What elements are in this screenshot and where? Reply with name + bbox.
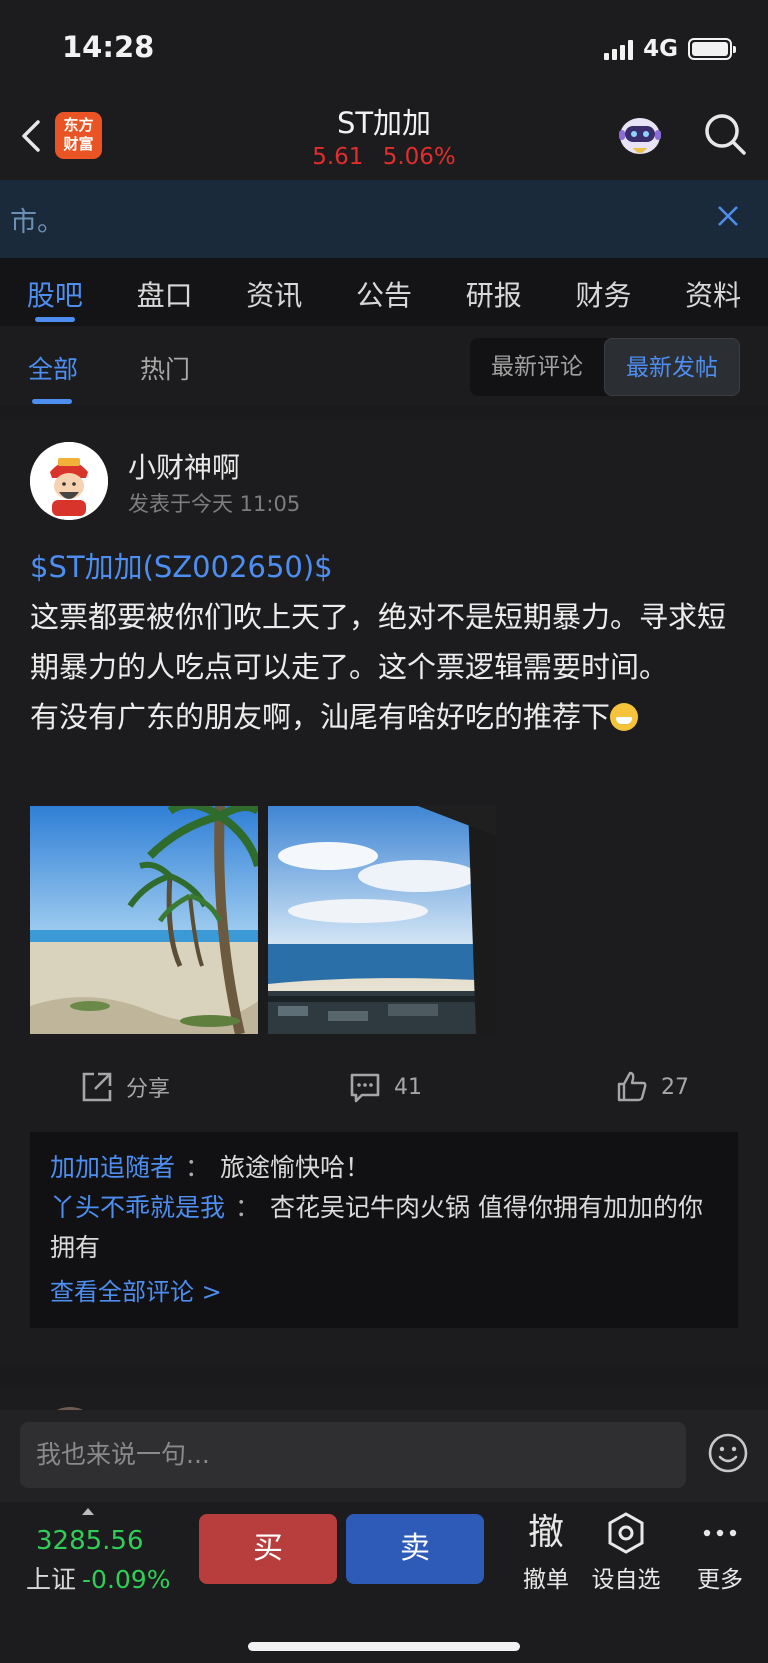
status-time: 14:28: [62, 30, 155, 64]
comment-button[interactable]: 41: [348, 1070, 422, 1104]
hexagon-icon: [586, 1510, 666, 1556]
author-name[interactable]: 小财神啊: [128, 446, 240, 486]
signal-icon: [604, 38, 634, 60]
index-quote[interactable]: 上证 -0.09%: [26, 1560, 170, 1596]
index-value[interactable]: 3285.56: [36, 1526, 144, 1556]
comment-input-bar: 我也来说一句...: [0, 1410, 768, 1502]
comment-item: 加加追随者 ： 旅途愉快哈！: [50, 1148, 718, 1188]
share-label: 分享: [126, 1077, 171, 1102]
tab-research[interactable]: 研报: [439, 258, 549, 326]
post-photo-beach[interactable]: [30, 806, 258, 1034]
like-count: 27: [661, 1074, 689, 1100]
cancel-order-label: 撤单: [523, 1567, 569, 1593]
close-icon[interactable]: [714, 202, 742, 230]
main-tabs: 股吧 盘口 资讯 公告 研报 财务 资料: [0, 258, 768, 326]
avatar[interactable]: [30, 442, 108, 520]
index-change: -0.09%: [82, 1565, 171, 1594]
comment-item: 丫头不乖就是我：杏花吴记牛肉火锅 值得你拥有加加的你拥有: [50, 1188, 718, 1268]
status-indicators: 4G: [604, 36, 736, 62]
comment-separator: ：: [235, 1193, 261, 1222]
battery-icon: [688, 38, 736, 60]
comment-count: 41: [394, 1074, 422, 1100]
subtab-hot[interactable]: 热门: [140, 350, 190, 386]
robot-assistant-icon[interactable]: [615, 112, 665, 160]
tab-announcements[interactable]: 公告: [329, 258, 439, 326]
tab-news[interactable]: 资讯: [219, 258, 329, 326]
comment-preview[interactable]: 加加追随者：旅途愉快哈！ 丫头不乖就是我：杏花吴记牛肉火锅 值得你拥有加加的你拥…: [30, 1132, 738, 1328]
sort-toggle: 最新评论 最新发帖: [470, 338, 740, 396]
more-dots-icon: [680, 1510, 760, 1556]
more-label: 更多: [697, 1567, 743, 1593]
share-icon: [82, 1072, 112, 1102]
post-photo-sea-view[interactable]: [268, 806, 496, 1034]
stock-change: 5.06%: [382, 144, 456, 170]
comment-text: 旅途愉快哈！: [220, 1153, 371, 1182]
trade-bar: 3285.56 上证 -0.09% 买 卖 撤 撤单 设自选 更多: [0, 1502, 768, 1663]
home-indicator[interactable]: [248, 1642, 520, 1651]
post-card[interactable]: 小财神啊 发表于今天 11:05 $ST加加(SZ002650)$ 这票都要被你…: [0, 420, 768, 1367]
sell-button[interactable]: 卖: [346, 1514, 484, 1584]
view-all-comments-link[interactable]: 查看全部评论 >: [50, 1272, 718, 1312]
nav-header: 东方 财富 ST加加 5.61 5.06%: [0, 100, 768, 180]
chevron-up-icon[interactable]: [82, 1508, 94, 1515]
grin-emoji-icon: [610, 703, 639, 731]
search-icon[interactable]: [703, 112, 747, 156]
comment-input[interactable]: 我也来说一句...: [20, 1422, 686, 1488]
sort-latest-post-button[interactable]: 最新发帖: [604, 338, 740, 396]
post-time: 发表于今天 11:05: [128, 492, 301, 516]
tab-guba[interactable]: 股吧: [0, 258, 110, 326]
share-button[interactable]: 分享: [80, 1070, 170, 1104]
more-button[interactable]: 更多: [680, 1510, 760, 1594]
cancel-order-button[interactable]: 撤 撤单: [506, 1510, 586, 1594]
index-name: 上证: [26, 1565, 77, 1594]
cancel-order-glyph: 撤: [527, 1512, 564, 1553]
status-bar: 14:28 4G: [0, 0, 768, 100]
comment-user[interactable]: 丫头不乖就是我: [50, 1193, 225, 1222]
add-watchlist-button[interactable]: 设自选: [586, 1510, 666, 1594]
comment-icon: [350, 1073, 380, 1103]
tab-finance[interactable]: 财务: [549, 258, 659, 326]
post-text: 这票都要被你们吹上天了，绝对不是短期暴力。寻求短期暴力的人吃点可以走了。这个票逻…: [30, 592, 740, 742]
emoji-icon[interactable]: [707, 1432, 749, 1474]
network-type: 4G: [643, 36, 678, 62]
subtab-all[interactable]: 全部: [28, 350, 78, 404]
buy-button[interactable]: 买: [199, 1514, 337, 1584]
post-body: $ST加加(SZ002650)$ 这票都要被你们吹上天了，绝对不是短期暴力。寻求…: [30, 542, 740, 742]
comment-user[interactable]: 加加追随者: [50, 1153, 175, 1182]
like-button[interactable]: 27: [615, 1070, 689, 1104]
tab-pankou[interactable]: 盘口: [110, 258, 220, 326]
add-watchlist-label: 设自选: [591, 1567, 661, 1593]
sub-tabs: 全部 热门 最新评论 最新发帖: [0, 326, 768, 406]
comment-separator: ：: [185, 1153, 211, 1182]
stock-tag-link[interactable]: $ST加加(SZ002650)$: [30, 542, 740, 592]
stock-price: 5.61: [312, 144, 364, 170]
tab-profile[interactable]: 资料: [658, 258, 768, 326]
sort-latest-comment-button[interactable]: 最新评论: [470, 338, 604, 396]
notice-banner: 市。: [0, 180, 768, 258]
banner-text: 市。: [10, 207, 64, 238]
thumbs-up-icon: [617, 1071, 647, 1102]
post-actions: 分享 41 27: [0, 1070, 768, 1120]
